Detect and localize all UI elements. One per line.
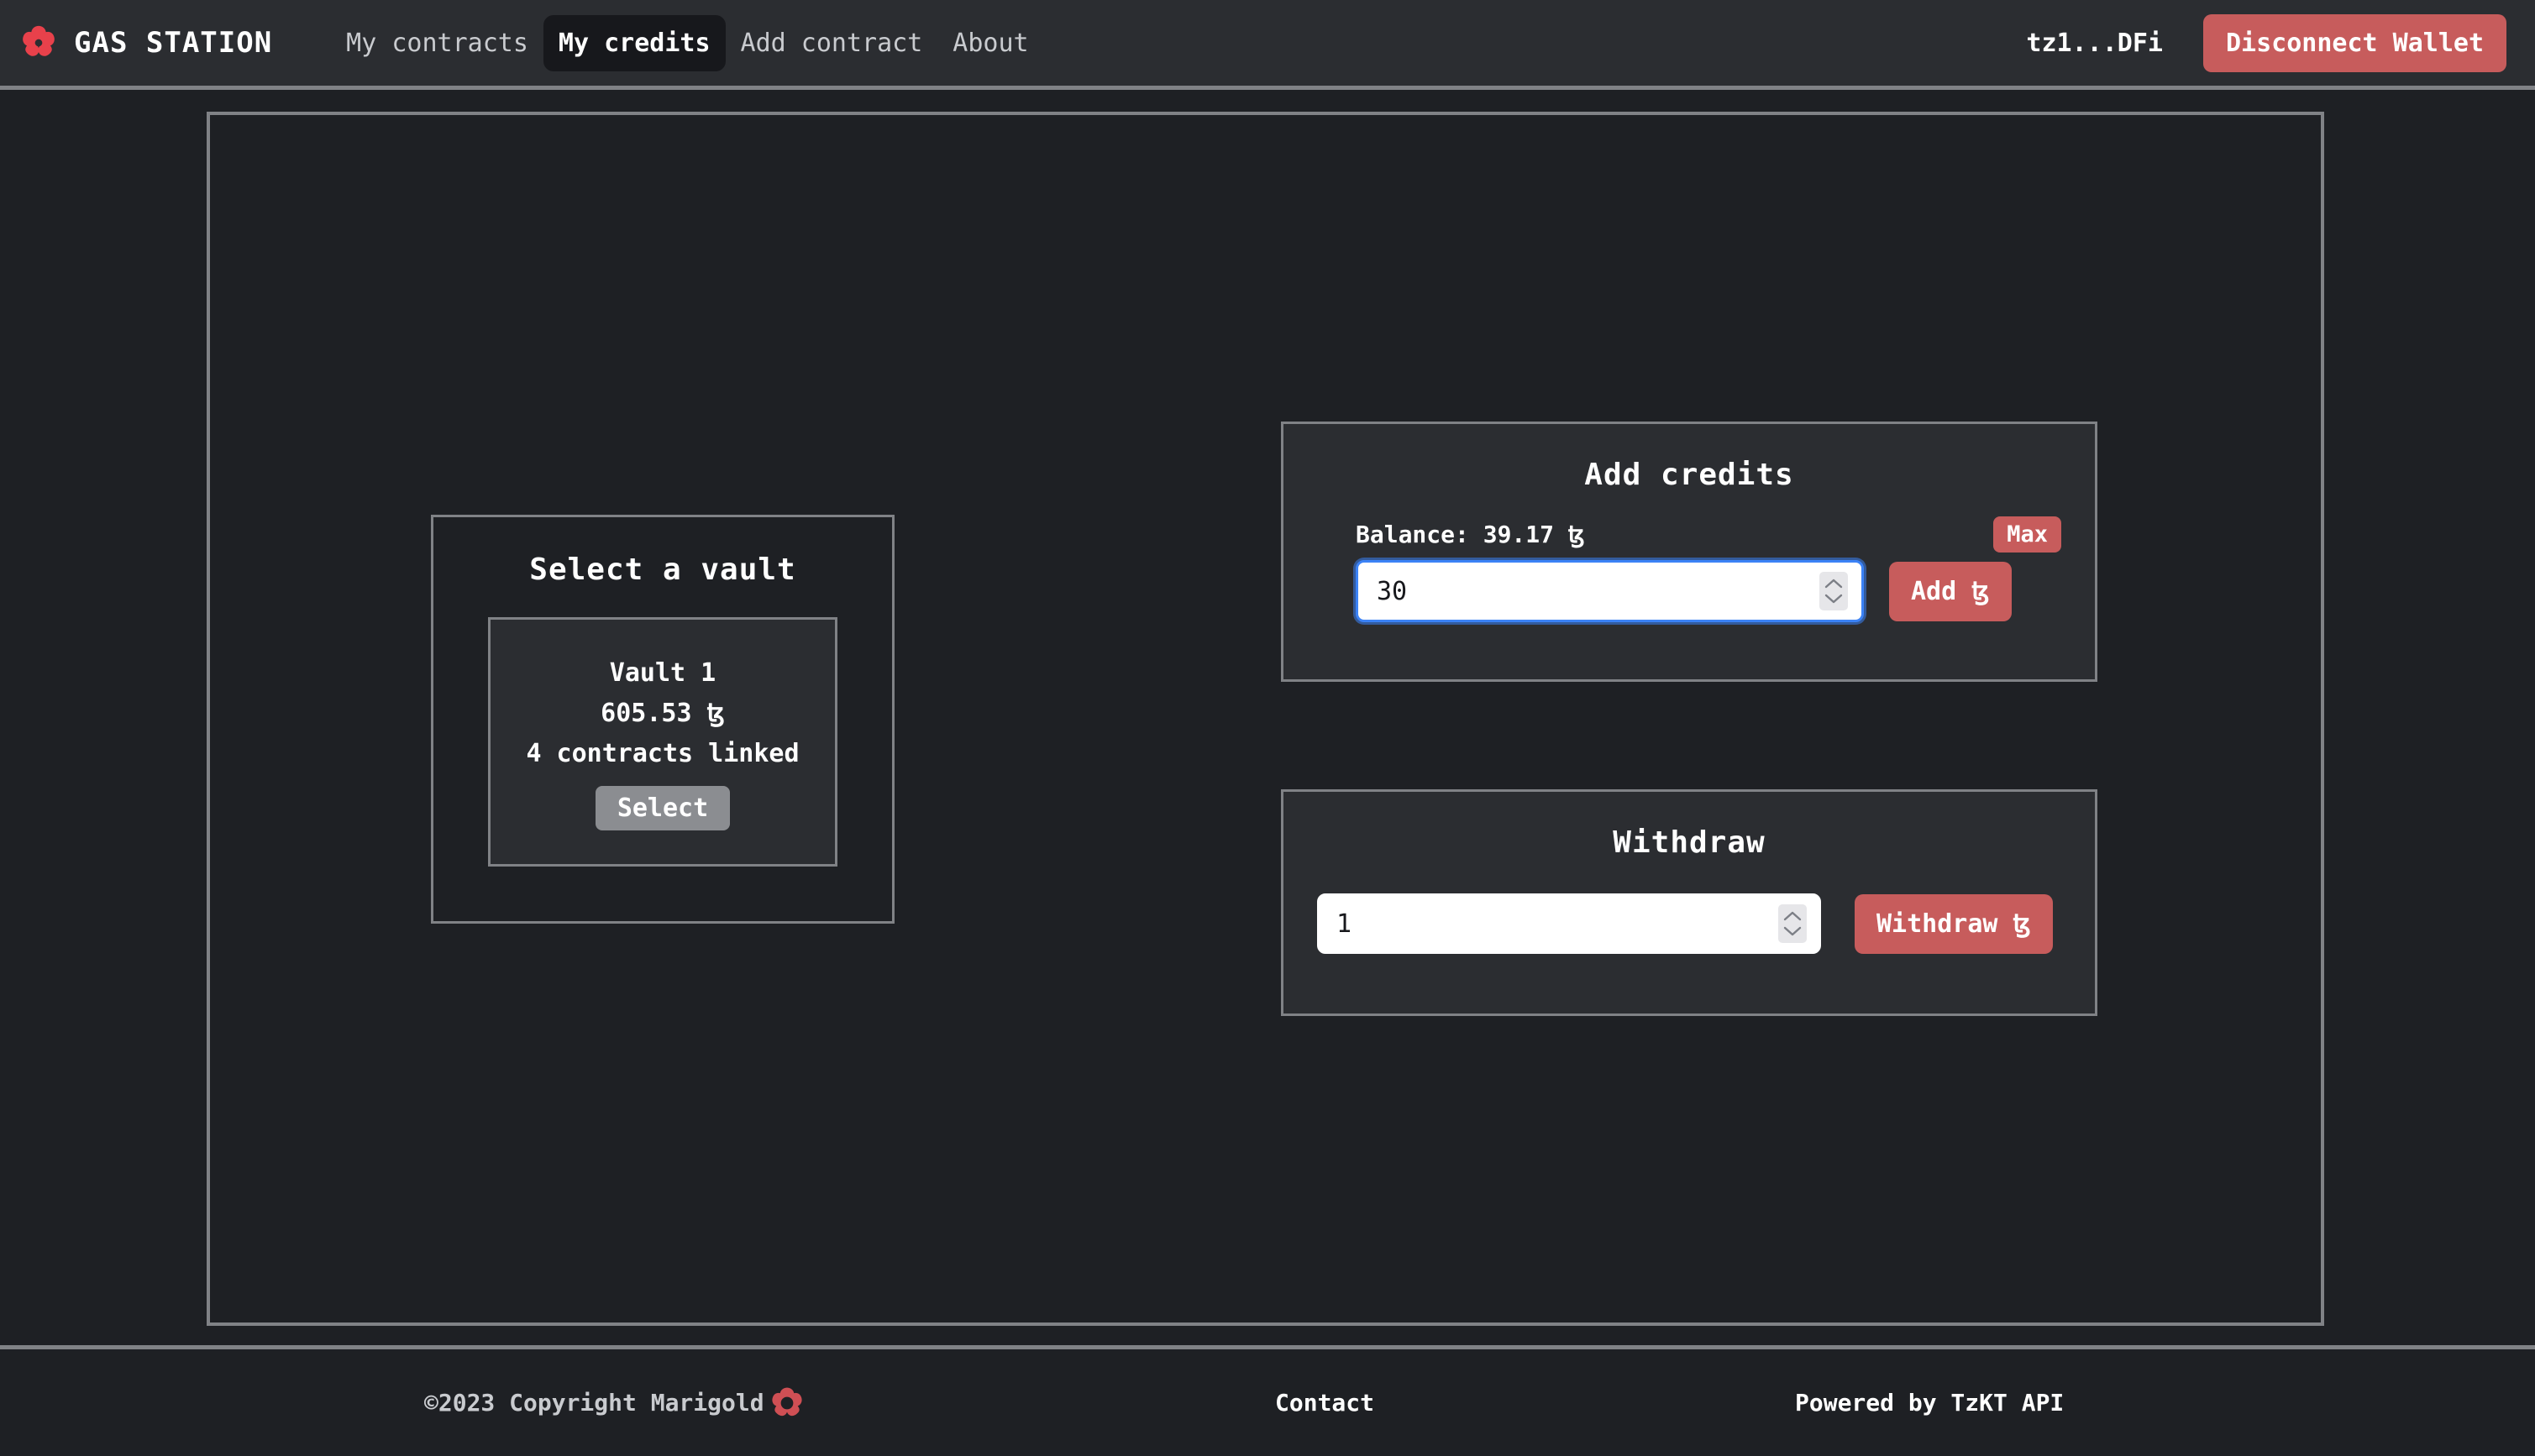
- add-button[interactable]: Add ꜩ: [1889, 561, 2012, 621]
- footer-copyright: ©2023 Copyright Marigold: [424, 1384, 806, 1422]
- balance-row: Balance: 39.17 ꜩ Max: [1356, 516, 2061, 553]
- wallet-address: tz1...DFi: [2026, 28, 2163, 58]
- disconnect-wallet-button[interactable]: Disconnect Wallet: [2202, 13, 2506, 72]
- nav-link-add-contract[interactable]: Add contract: [726, 15, 938, 71]
- balance-label: Balance: 39.17 ꜩ: [1356, 521, 1585, 548]
- chevron-down-icon[interactable]: [1783, 926, 1802, 936]
- withdraw-panel: Withdraw 1 Withdraw ꜩ: [1281, 789, 2097, 1016]
- add-credits-panel: Add credits Balance: 39.17 ꜩ Max 30 Add …: [1281, 422, 2097, 682]
- withdraw-title: Withdraw: [1613, 825, 1766, 860]
- add-amount-stepper[interactable]: [1819, 572, 1848, 610]
- nav-links: My contracts My credits Add contract Abo…: [331, 14, 1043, 71]
- withdraw-input-row: 1 Withdraw ꜩ: [1317, 893, 2095, 954]
- add-amount-input[interactable]: 30: [1356, 560, 1864, 622]
- add-amount-value: 30: [1377, 576, 1408, 606]
- vault-card[interactable]: Vault 1 605.53 ꜩ 4 contracts linked Sele…: [488, 617, 837, 867]
- footer-contact-link[interactable]: Contact: [1275, 1389, 1374, 1417]
- withdraw-button[interactable]: Withdraw ꜩ: [1855, 893, 2053, 954]
- navbar-right: tz1...DFi Disconnect Wallet: [2026, 13, 2506, 72]
- vault-contracts-linked: 4 contracts linked: [526, 739, 800, 768]
- nav-link-my-contracts[interactable]: My contracts: [331, 15, 543, 71]
- withdraw-amount-stepper[interactable]: [1778, 904, 1807, 943]
- chevron-down-icon[interactable]: [1824, 594, 1843, 604]
- footer-copyright-text: ©2023 Copyright Marigold: [424, 1389, 764, 1417]
- marigold-flower-icon: [771, 1387, 802, 1416]
- nav-link-my-credits[interactable]: My credits: [543, 14, 726, 71]
- add-credits-input-row: 30 Add ꜩ: [1356, 560, 2095, 622]
- vault-name: Vault 1: [609, 658, 716, 688]
- footer: ©2023 Copyright Marigold Contact Powered…: [0, 1345, 2535, 1456]
- marigold-flower-icon: [23, 25, 55, 56]
- vault-balance: 605.53 ꜩ: [601, 699, 725, 728]
- navbar: GAS STATION My contracts My credits Add …: [0, 0, 2535, 90]
- nav-link-about[interactable]: About: [937, 15, 1043, 71]
- brand-title: GAS STATION: [74, 26, 273, 60]
- chevron-up-icon[interactable]: [1824, 579, 1843, 589]
- max-button[interactable]: Max: [1993, 516, 2061, 553]
- select-vault-button[interactable]: Select: [595, 786, 731, 830]
- select-vault-title: Select a vault: [529, 553, 796, 587]
- brand[interactable]: GAS STATION: [18, 23, 272, 63]
- add-credits-title: Add credits: [1584, 458, 1794, 492]
- chevron-up-icon[interactable]: [1783, 911, 1802, 921]
- withdraw-amount-input[interactable]: 1: [1317, 893, 1821, 954]
- select-vault-panel: Select a vault Vault 1 605.53 ꜩ 4 contra…: [431, 515, 895, 924]
- footer-powered-by: Powered by TzKT API: [1795, 1389, 2065, 1417]
- withdraw-amount-value: 1: [1336, 909, 1352, 939]
